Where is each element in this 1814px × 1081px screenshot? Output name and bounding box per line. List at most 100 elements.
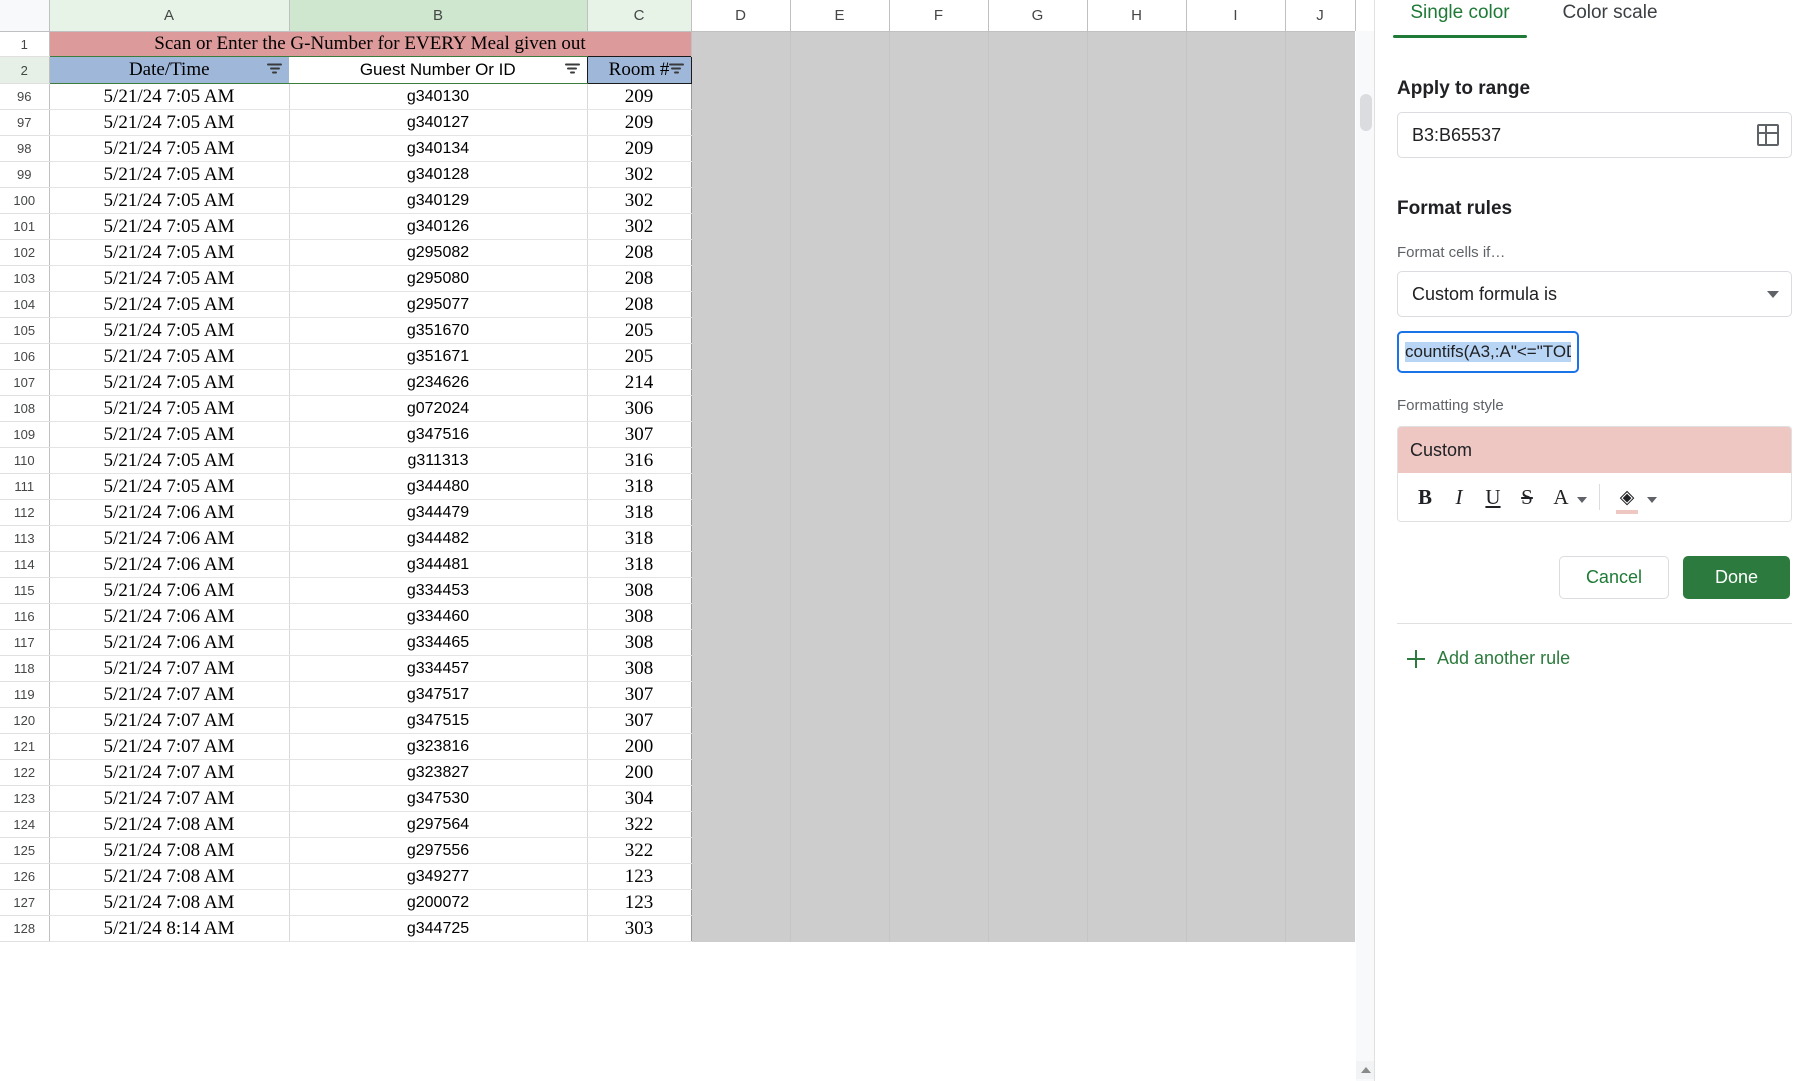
row-header[interactable]: 128 [0, 915, 50, 942]
add-another-rule-button[interactable]: Add another rule [1397, 648, 1792, 669]
empty-cell-j[interactable] [1285, 421, 1355, 448]
empty-cell-i[interactable] [1186, 785, 1286, 812]
empty-cell-i1[interactable] [1186, 31, 1286, 57]
empty-cell-h[interactable] [1087, 421, 1187, 448]
empty-cell-h[interactable] [1087, 733, 1187, 760]
empty-cell-f[interactable] [889, 629, 989, 656]
cell-room-number[interactable]: 322 [587, 837, 692, 864]
cell-room-number[interactable]: 318 [587, 551, 692, 578]
empty-cell-d[interactable] [691, 213, 791, 240]
cell-guest-number[interactable]: g347515 [289, 707, 588, 734]
filter-icon-guest[interactable] [564, 63, 580, 77]
cell-datetime[interactable]: 5/21/24 7:05 AM [49, 369, 290, 396]
empty-cell-e[interactable] [790, 681, 890, 708]
cell-datetime[interactable]: 5/21/24 7:05 AM [49, 395, 290, 422]
empty-cell-j[interactable] [1285, 733, 1355, 760]
column-header-g[interactable]: G [988, 0, 1088, 32]
cell-room-number[interactable]: 308 [587, 655, 692, 682]
empty-cell-g[interactable] [988, 785, 1088, 812]
empty-cell-i[interactable] [1186, 291, 1286, 318]
empty-cell-i[interactable] [1186, 629, 1286, 656]
empty-cell-j[interactable] [1285, 629, 1355, 656]
empty-cell-f[interactable] [889, 499, 989, 526]
row-header[interactable]: 121 [0, 733, 50, 760]
empty-cell-f[interactable] [889, 291, 989, 318]
empty-cell-e[interactable] [790, 265, 890, 292]
empty-cell-i[interactable] [1186, 369, 1286, 396]
column-header-f[interactable]: F [889, 0, 989, 32]
empty-cell-f[interactable] [889, 265, 989, 292]
empty-cell-h[interactable] [1087, 551, 1187, 578]
empty-cell-g2[interactable] [988, 56, 1088, 84]
empty-cell-e[interactable] [790, 83, 890, 110]
cell-room-number[interactable]: 302 [587, 187, 692, 214]
cell-room-number[interactable]: 318 [587, 525, 692, 552]
cell-room-number[interactable]: 304 [587, 785, 692, 812]
cell-room-number[interactable]: 209 [587, 83, 692, 110]
fill-color-button[interactable]: ◈ [1612, 480, 1642, 514]
text-color-control[interactable]: A [1546, 481, 1587, 513]
chevron-down-icon[interactable] [1767, 290, 1779, 298]
cell-guest-number[interactable]: g334460 [289, 603, 588, 630]
empty-cell-g[interactable] [988, 889, 1088, 916]
empty-cell-i[interactable] [1186, 655, 1286, 682]
empty-cell-f[interactable] [889, 317, 989, 344]
empty-cell-i[interactable] [1186, 551, 1286, 578]
empty-cell-f[interactable] [889, 733, 989, 760]
empty-cell-d[interactable] [691, 109, 791, 136]
empty-cell-e[interactable] [790, 473, 890, 500]
cell-datetime[interactable]: 5/21/24 7:07 AM [49, 785, 290, 812]
cell-guest-number[interactable]: g344481 [289, 551, 588, 578]
cell-room-number[interactable]: 123 [587, 889, 692, 916]
empty-cell-g[interactable] [988, 811, 1088, 838]
empty-cell-i[interactable] [1186, 915, 1286, 942]
cell-room-number[interactable]: 208 [587, 265, 692, 292]
empty-cell-g[interactable] [988, 343, 1088, 370]
empty-cell-h[interactable] [1087, 681, 1187, 708]
empty-cell-d[interactable] [691, 291, 791, 318]
empty-cell-g[interactable] [988, 421, 1088, 448]
cancel-button[interactable]: Cancel [1558, 556, 1669, 599]
banner-cell[interactable]: Scan or Enter the G-Number for EVERY Mea… [49, 31, 692, 57]
empty-cell-j[interactable] [1285, 447, 1355, 474]
cell-room-number[interactable]: 205 [587, 317, 692, 344]
row-header[interactable]: 127 [0, 889, 50, 916]
column-header-e[interactable]: E [790, 0, 890, 32]
row-header[interactable]: 112 [0, 499, 50, 526]
header-cell-guest[interactable]: Guest Number Or ID [289, 56, 587, 84]
empty-cell-f[interactable] [889, 421, 989, 448]
cell-room-number[interactable]: 322 [587, 811, 692, 838]
empty-cell-g[interactable] [988, 655, 1088, 682]
empty-cell-h[interactable] [1087, 291, 1187, 318]
empty-cell-g[interactable] [988, 447, 1088, 474]
cell-room-number[interactable]: 302 [587, 161, 692, 188]
empty-cell-e[interactable] [790, 707, 890, 734]
empty-cell-h[interactable] [1087, 395, 1187, 422]
empty-cell-d[interactable] [691, 655, 791, 682]
cell-room-number[interactable]: 318 [587, 499, 692, 526]
empty-cell-h[interactable] [1087, 161, 1187, 188]
cell-room-number[interactable]: 123 [587, 863, 692, 890]
empty-cell-f[interactable] [889, 603, 989, 630]
cell-room-number[interactable]: 307 [587, 707, 692, 734]
empty-cell-g[interactable] [988, 83, 1088, 110]
empty-cell-i2[interactable] [1186, 56, 1286, 84]
empty-cell-d[interactable] [691, 577, 791, 604]
cell-datetime[interactable]: 5/21/24 7:07 AM [49, 707, 290, 734]
cell-guest-number[interactable]: g347517 [289, 681, 588, 708]
empty-cell-g[interactable] [988, 759, 1088, 786]
empty-cell-i[interactable] [1186, 577, 1286, 604]
empty-cell-h[interactable] [1087, 915, 1187, 942]
done-button[interactable]: Done [1682, 556, 1790, 599]
cell-room-number[interactable]: 208 [587, 291, 692, 318]
cell-guest-number[interactable]: g295082 [289, 239, 588, 266]
cell-room-number[interactable]: 209 [587, 135, 692, 162]
row-header[interactable]: 102 [0, 239, 50, 266]
row-header[interactable]: 103 [0, 265, 50, 292]
cell-room-number[interactable]: 318 [587, 473, 692, 500]
empty-cell-h[interactable] [1087, 83, 1187, 110]
empty-cell-e[interactable] [790, 369, 890, 396]
empty-cell-i[interactable] [1186, 837, 1286, 864]
empty-cell-e1[interactable] [790, 31, 890, 57]
cell-room-number[interactable]: 307 [587, 421, 692, 448]
